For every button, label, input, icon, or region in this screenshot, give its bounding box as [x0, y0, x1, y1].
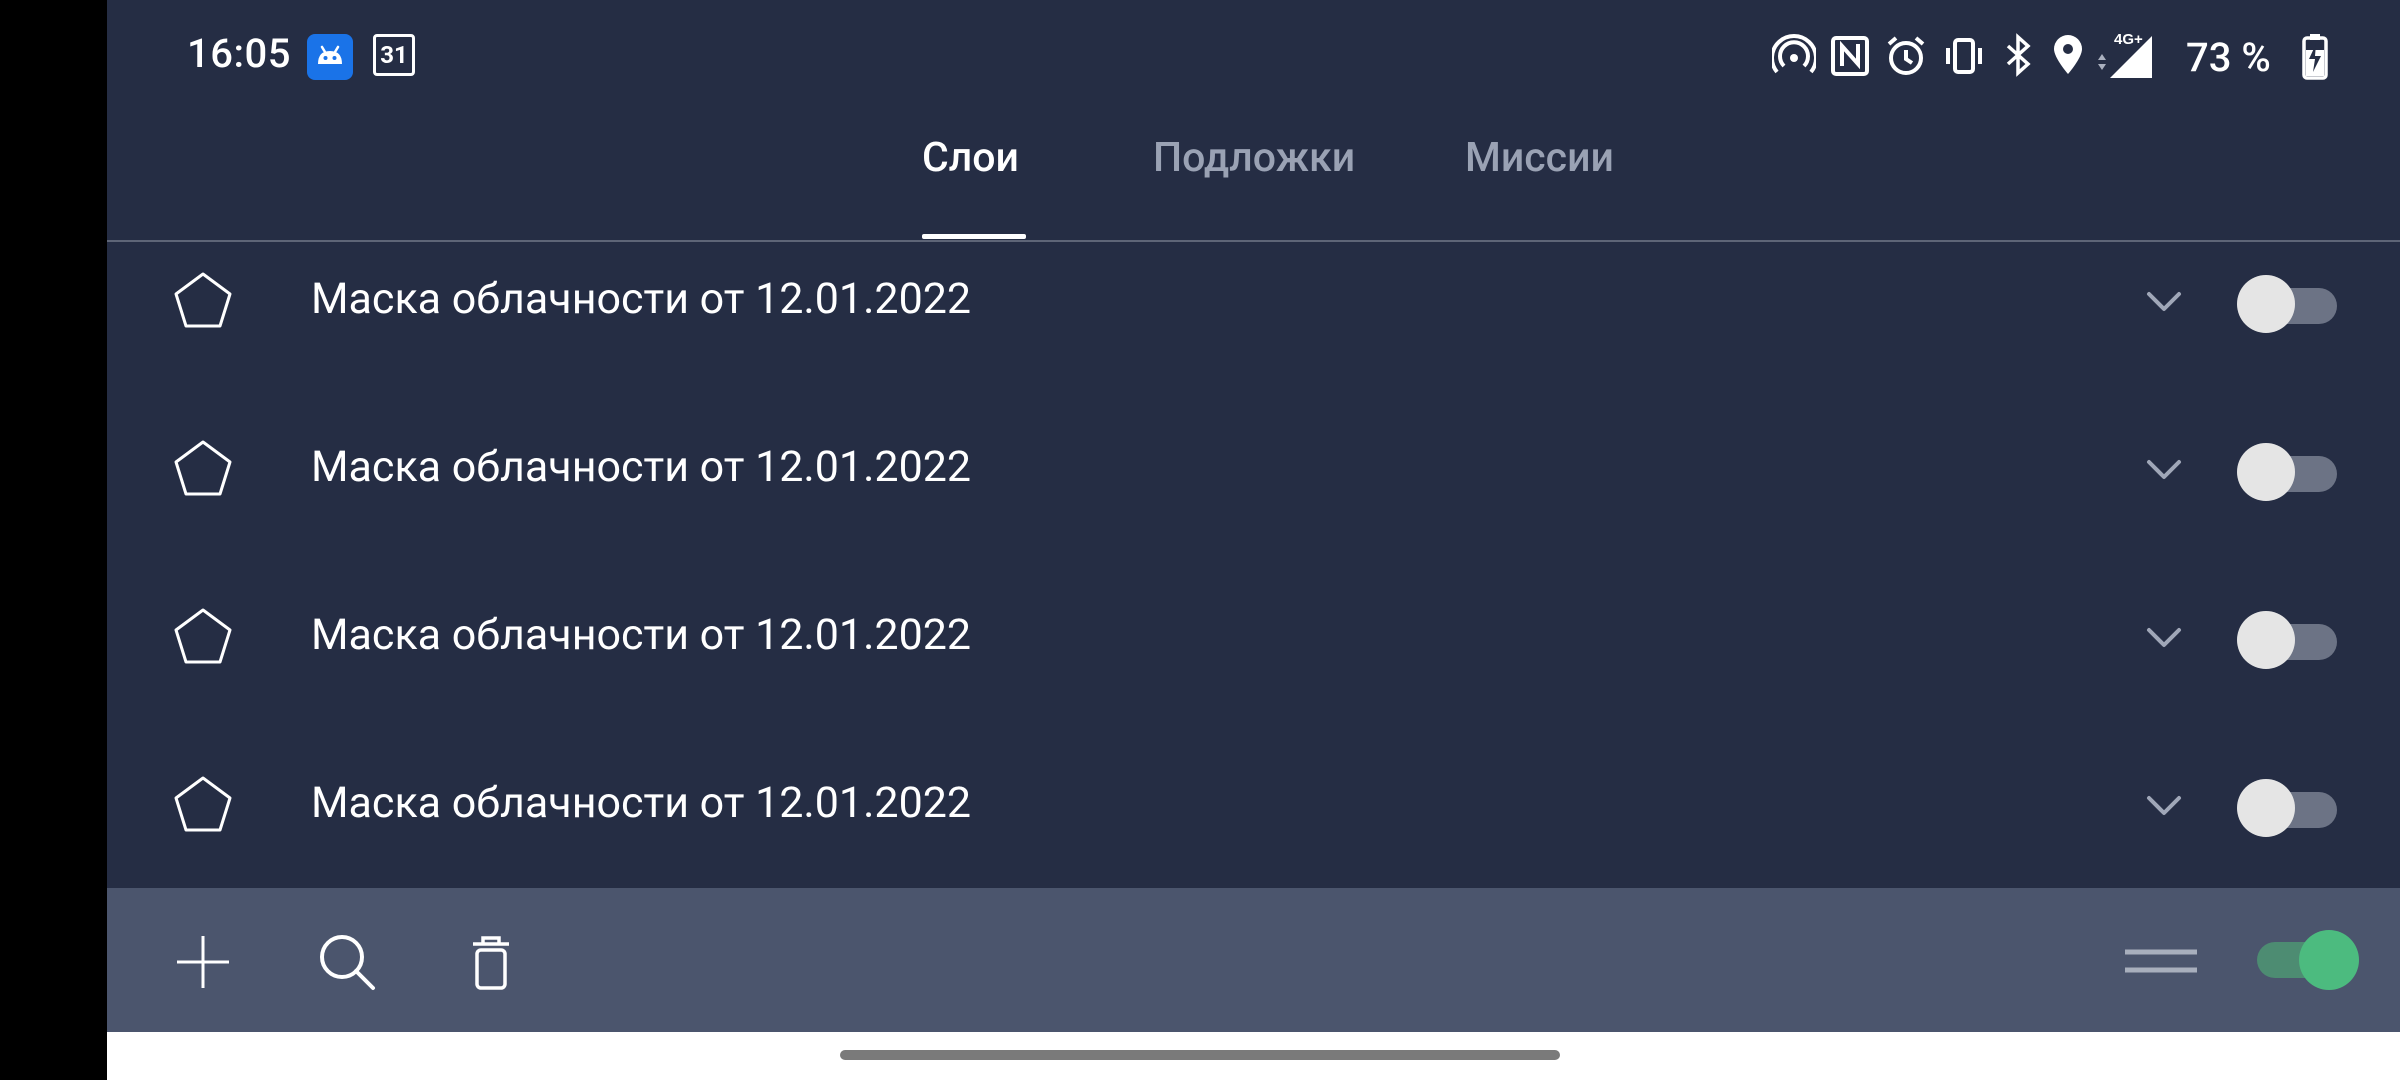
calendar-day: 31 [380, 41, 408, 69]
layer-name: Маска облачности от 12.01.2022 [311, 274, 972, 324]
chevron-down-icon[interactable] [2143, 616, 2185, 658]
layer-row[interactable]: Маска облачности от 12.01.2022 [107, 578, 2400, 746]
android-notification-icon [307, 34, 353, 80]
bottom-toolbar [107, 888, 2400, 1032]
hotspot-icon [1772, 34, 1816, 74]
battery-percent: 73 % [2186, 34, 2271, 81]
home-indicator[interactable] [840, 1050, 1560, 1060]
status-icons: 4G+ 73 % [1772, 30, 2332, 84]
chevron-down-icon[interactable] [2143, 784, 2185, 826]
toggle-thumb [2237, 779, 2295, 837]
navigation-bar [107, 1032, 2400, 1080]
chevron-down-icon[interactable] [2143, 448, 2185, 490]
layer-visibility-toggle[interactable] [2237, 440, 2337, 504]
tab-basemaps[interactable]: Подложки [1153, 134, 1355, 182]
all-layers-toggle[interactable] [2257, 924, 2367, 994]
tab-missions[interactable]: Миссии [1465, 134, 1614, 182]
layer-visibility-toggle[interactable] [2237, 272, 2337, 336]
layer-visibility-toggle[interactable] [2237, 608, 2337, 672]
app-window: 16:05 31 4G+ 73 % Слои Подложки Миссии М… [107, 0, 2400, 1080]
layer-name: Маска облачности от 12.01.2022 [311, 442, 972, 492]
toggle-thumb [2299, 930, 2359, 990]
cellular-signal-icon: 4G+ [2098, 31, 2152, 78]
vibrate-icon [1946, 38, 1982, 74]
polygon-icon [174, 608, 232, 664]
tab-bar: Слои Подложки Миссии [107, 116, 2400, 242]
search-icon[interactable] [315, 930, 379, 994]
layer-visibility-toggle[interactable] [2237, 776, 2337, 840]
nfc-icon [1831, 36, 1869, 76]
status-time: 16:05 [187, 30, 291, 77]
network-type: 4G+ [2114, 31, 2143, 48]
tab-layers[interactable]: Слои [922, 134, 1019, 182]
trash-icon[interactable] [459, 930, 523, 994]
drag-handle-icon[interactable] [2123, 938, 2199, 984]
active-tab-indicator [922, 234, 1026, 239]
polygon-icon [174, 440, 232, 496]
layer-row[interactable]: Маска облачности от 12.01.2022 [107, 242, 2400, 410]
status-bar: 16:05 31 4G+ 73 % [107, 0, 2400, 116]
location-icon [2054, 35, 2082, 74]
layer-name: Маска облачности от 12.01.2022 [311, 610, 972, 660]
plus-icon[interactable] [171, 930, 235, 994]
toggle-thumb [2237, 611, 2295, 669]
layer-list: Маска облачности от 12.01.2022 Маска обл… [107, 242, 2400, 888]
bluetooth-icon [2006, 33, 2031, 77]
layer-row[interactable]: Маска облачности от 12.01.2022 [107, 410, 2400, 578]
screen-left-edge [0, 0, 107, 1080]
calendar-notification-icon: 31 [373, 34, 415, 76]
polygon-icon [174, 272, 232, 328]
toggle-thumb [2237, 275, 2295, 333]
alarm-icon [1887, 36, 1925, 75]
layer-name: Маска облачности от 12.01.2022 [311, 778, 972, 828]
toggle-thumb [2237, 443, 2295, 501]
polygon-icon [174, 776, 232, 832]
chevron-down-icon[interactable] [2143, 280, 2185, 322]
battery-charging-icon [2302, 34, 2328, 80]
